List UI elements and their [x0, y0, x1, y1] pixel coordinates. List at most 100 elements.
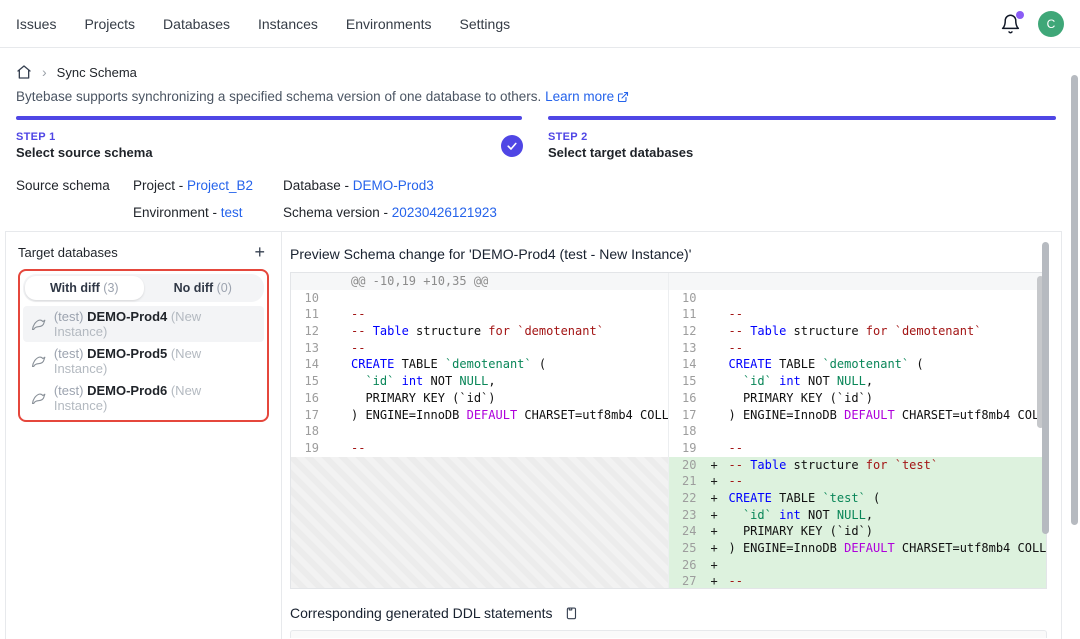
diff-marker [711, 306, 729, 323]
diff-marker: + [711, 523, 729, 540]
tab-label: No diff [174, 281, 217, 295]
diff-marker [711, 440, 729, 457]
code-line: 11-- [291, 306, 668, 323]
home-icon[interactable] [16, 64, 32, 80]
project-link[interactable]: Project_B2 [187, 178, 253, 193]
step-2-label: STEP 2 [548, 131, 1056, 143]
avatar[interactable]: C [1038, 11, 1064, 37]
line-number: 13 [669, 340, 711, 357]
environment-link[interactable]: test [221, 205, 243, 220]
diff-marker [333, 306, 351, 323]
code-text [729, 290, 1047, 307]
notification-dot [1016, 11, 1024, 19]
diff-marker: + [711, 490, 729, 507]
preview-panel: Preview Schema change for 'DEMO-Prod4 (t… [282, 232, 1061, 639]
diff-marker [711, 340, 729, 357]
line-number [669, 273, 711, 290]
intro-text: Bytebase supports synchronizing a specif… [0, 80, 1080, 104]
target-db-demo-prod5[interactable]: (test) DEMO-Prod5 (New Instance) [23, 343, 264, 379]
target-databases-panel: Target databases + With diff (3)No diff … [6, 232, 282, 639]
line-number: 25 [669, 540, 711, 557]
line-number: 17 [291, 407, 333, 424]
db-environment: (test) [54, 383, 87, 398]
code-line: 17) ENGINE=InnoDB DEFAULT CHARSET=utf8mb… [669, 407, 1047, 424]
copy-ddl-button[interactable] [563, 605, 578, 621]
database-field: Database - DEMO-Prod3 [283, 178, 434, 193]
code-text: PRIMARY KEY (`id`) [351, 390, 668, 407]
code-text: `id` int NOT NULL, [351, 373, 668, 390]
database-link[interactable]: DEMO-Prod3 [353, 178, 434, 193]
code-text [729, 273, 1047, 290]
clipboard-icon [563, 605, 578, 621]
code-line: 13 -- [669, 340, 1047, 357]
line-number: 12 [291, 323, 333, 340]
learn-more-link[interactable]: Learn more [545, 89, 629, 104]
target-db-demo-prod4[interactable]: (test) DEMO-Prod4 (New Instance) [23, 306, 264, 342]
db-name: DEMO-Prod4 [87, 309, 167, 324]
content-scrollbar[interactable] [1042, 242, 1049, 534]
code-line: 11-- [669, 306, 1047, 323]
code-text: -- [729, 440, 1047, 457]
nav-item-settings[interactable]: Settings [460, 16, 511, 32]
code-text: -- [729, 473, 1047, 490]
nav-item-projects[interactable]: Projects [84, 16, 135, 32]
code-text: ) ENGINE=InnoDB DEFAULT CHARSET=utf8mb4 … [729, 407, 1047, 424]
tab-no-diff[interactable]: No diff (0) [144, 276, 263, 300]
diff-pane-original: @@ -10,19 +10,35 @@1011--12-- Table stru… [291, 273, 669, 588]
nav-item-instances[interactable]: Instances [258, 16, 318, 32]
top-nav: Issues Projects Databases Instances Environm… [0, 0, 1080, 48]
sync-schema-page: Issues Projects Databases Instances Environm… [0, 0, 1080, 639]
code-text: -- [729, 573, 1047, 588]
line-number: 16 [669, 390, 711, 407]
code-line: 20+-- Table structure for `test` [669, 457, 1047, 474]
code-line: 15 `id` int NOT NULL, [291, 373, 668, 390]
line-number: 20 [669, 457, 711, 474]
code-text: ) ENGINE=InnoDB DEFAULT CHARSET=utf8mb4 … [351, 407, 668, 424]
steps: STEP 1 Select source schema STEP 2 Selec… [0, 104, 1080, 160]
target-db-demo-prod6[interactable]: (test) DEMO-Prod6 (New Instance) [23, 380, 264, 416]
diff-marker [333, 407, 351, 424]
ddl-header: Corresponding generated DDL statements [290, 605, 1047, 621]
line-number: 14 [291, 356, 333, 373]
breadcrumb-page: Sync Schema [57, 65, 137, 80]
nav-item-environments[interactable]: Environments [346, 16, 432, 32]
code-text: -- [351, 440, 668, 457]
code-text: -- [729, 340, 1047, 357]
code-line: 23+ `id` int NOT NULL, [669, 507, 1047, 524]
tab-with-diff[interactable]: With diff (3) [25, 276, 144, 300]
notification-bell-button[interactable] [1000, 13, 1022, 35]
add-target-database-button[interactable]: + [250, 243, 269, 261]
schema-diff-editor[interactable]: @@ -10,19 +10,35 @@1011--12-- Table stru… [290, 272, 1047, 589]
target-database-list: (test) DEMO-Prod4 (New Instance) (test) D… [23, 306, 264, 416]
line-number: 26 [669, 557, 711, 574]
code-line [669, 273, 1047, 290]
breadcrumb-separator: › [42, 65, 47, 79]
code-line: 25+) ENGINE=InnoDB DEFAULT CHARSET=utf8m… [669, 540, 1047, 557]
diff-marker [333, 440, 351, 457]
diff-marker [333, 323, 351, 340]
diff-marker [711, 290, 729, 307]
code-line: 27+-- [669, 573, 1047, 588]
diff-pane-modified: 1011--12-- Table structure for `demotena… [669, 273, 1047, 588]
code-text: PRIMARY KEY (`id`) [729, 390, 1047, 407]
step-1-label: STEP 1 [16, 131, 522, 143]
code-line: 14CREATE TABLE `demotenant` ( [291, 356, 668, 373]
target-databases-title: Target databases [18, 245, 118, 260]
diff-marker: + [711, 557, 729, 574]
code-line: 18 [291, 423, 668, 440]
diff-marker: + [711, 473, 729, 490]
diff-marker [711, 423, 729, 440]
target-db-label: (test) DEMO-Prod4 (New Instance) [54, 309, 256, 339]
line-number: 14 [669, 356, 711, 373]
code-text: CREATE TABLE `demotenant` ( [729, 356, 1047, 373]
code-text [351, 290, 668, 307]
nav-item-issues[interactable]: Issues [16, 16, 56, 32]
diff-marker [711, 407, 729, 424]
code-text [729, 423, 1047, 440]
code-line: 19-- [291, 440, 668, 457]
nav-item-databases[interactable]: Databases [163, 16, 230, 32]
page-scrollbar[interactable] [1071, 75, 1078, 525]
code-text: -- Table structure for `test` [729, 457, 1047, 474]
schema-version-link[interactable]: 20230426121923 [392, 205, 497, 220]
db-name: DEMO-Prod5 [87, 346, 167, 361]
